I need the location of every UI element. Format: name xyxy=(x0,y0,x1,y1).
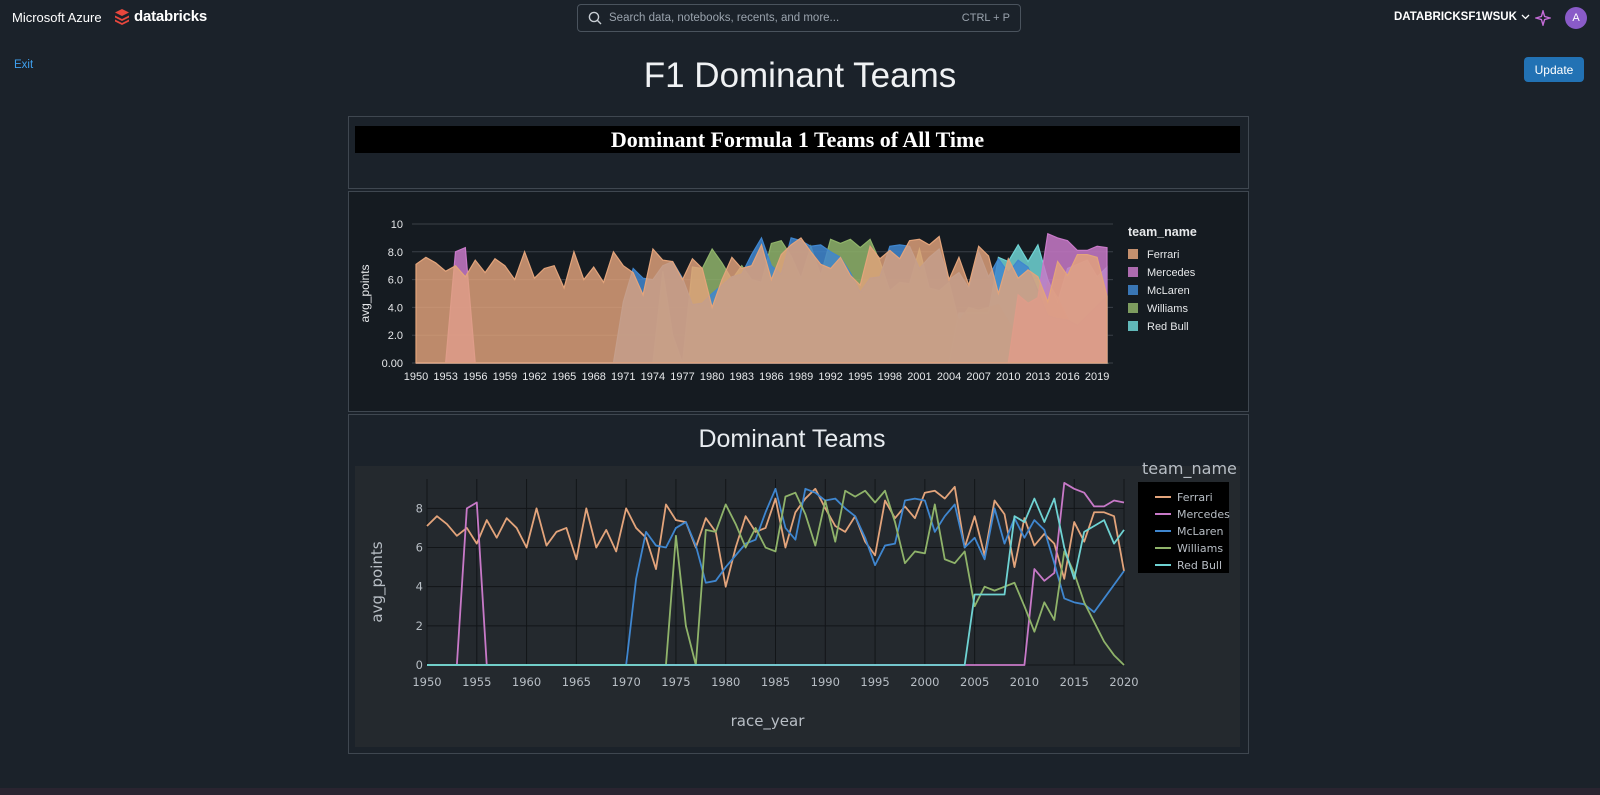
area-legend-label: Ferrari xyxy=(1147,249,1179,261)
bottom-strip xyxy=(0,788,1600,795)
area-x-tick: 2010 xyxy=(996,371,1020,383)
line-legend-label: Ferrari xyxy=(1177,491,1213,504)
area-y-tick: 8.0 xyxy=(388,247,403,259)
area-x-tick: 2019 xyxy=(1085,371,1109,383)
area-x-tick: 2013 xyxy=(1026,371,1050,383)
line-x-tick: 1975 xyxy=(661,675,690,689)
area-x-tick: 1953 xyxy=(433,371,457,383)
area-x-tick: 2016 xyxy=(1055,371,1079,383)
line-x-tick: 1950 xyxy=(412,675,441,689)
line-x-tick: 1995 xyxy=(860,675,889,689)
top-navigation-bar: Microsoft Azure databricks Search data, … xyxy=(0,0,1600,36)
line-x-axis-label: race_year xyxy=(731,712,806,731)
line-y-tick: 4 xyxy=(416,580,423,594)
line-y-tick: 0 xyxy=(416,658,423,672)
area-chart-panel: 0.00 2.0 4.0 6.0 8.0 10 1950 1953 1956 1959 1962 19… xyxy=(348,191,1249,412)
chevron-down-icon xyxy=(1521,14,1530,20)
area-x-tick: 1977 xyxy=(670,371,694,383)
area-series-ferrari xyxy=(415,235,1108,364)
area-y-tick: 4.0 xyxy=(388,302,403,314)
azure-brand-label[interactable]: Microsoft Azure xyxy=(12,10,102,25)
area-x-tick: 1998 xyxy=(878,371,902,383)
area-x-tick: 1983 xyxy=(730,371,754,383)
area-x-tick: 1980 xyxy=(700,371,724,383)
databricks-label: databricks xyxy=(134,8,208,25)
area-x-tick: 1959 xyxy=(493,371,517,383)
area-y-axis-label: avg_points xyxy=(358,264,372,322)
area-y-tick: 6.0 xyxy=(388,275,403,287)
user-avatar[interactable]: A xyxy=(1565,7,1587,29)
global-search-box[interactable]: Search data, notebooks, recents, and mor… xyxy=(577,4,1021,32)
area-legend-swatch xyxy=(1128,321,1138,331)
line-legend-label: Red Bull xyxy=(1177,559,1222,572)
search-placeholder: Search data, notebooks, recents, and mor… xyxy=(609,12,840,24)
line-x-tick: 1980 xyxy=(711,675,740,689)
line-legend-label: Williams xyxy=(1177,542,1223,555)
line-x-tick: 2015 xyxy=(1060,675,1089,689)
area-x-tick: 1962 xyxy=(522,371,546,383)
area-legend-label: McLaren xyxy=(1147,285,1190,297)
line-x-tick: 1985 xyxy=(761,675,790,689)
html-heading: Dominant Formula 1 Teams of All Time xyxy=(610,126,985,152)
area-x-tick: 1965 xyxy=(552,371,576,383)
area-x-tick: 1995 xyxy=(848,371,872,383)
area-x-tick: 1989 xyxy=(789,371,813,383)
area-legend-swatch xyxy=(1128,303,1138,313)
line-legend-label: McLaren xyxy=(1177,525,1223,538)
databricks-logo[interactable]: databricks xyxy=(114,8,207,25)
area-y-tick: 0.00 xyxy=(382,358,403,370)
area-legend-label: Williams xyxy=(1147,303,1188,315)
area-y-tick: 10 xyxy=(391,219,403,231)
area-legend-swatch xyxy=(1128,249,1138,259)
line-legend-label: Mercedes xyxy=(1177,508,1230,521)
html-widget-panel: Dominant Formula 1 Teams of All Time xyxy=(348,116,1249,189)
line-y-axis-label: avg_points xyxy=(368,541,387,622)
line-x-tick: 1955 xyxy=(462,675,491,689)
area-legend-title: team_name xyxy=(1128,225,1197,239)
line-y-tick: 6 xyxy=(416,541,423,555)
update-button[interactable]: Update xyxy=(1524,57,1584,82)
area-x-tick: 1968 xyxy=(581,371,605,383)
workspace-name: DATABRICKSF1WSUK xyxy=(1394,11,1517,23)
area-legend-swatch xyxy=(1128,285,1138,295)
line-chart[interactable]: 1950 1955 1960 1965 1970 1975 1980 1985 1990 1995… xyxy=(349,415,1248,753)
area-x-tick: 1956 xyxy=(463,371,487,383)
dashboard-title: F1 Dominant Teams xyxy=(643,56,957,95)
area-x-tick: 1992 xyxy=(818,371,842,383)
line-chart-panel: Dominant Teams 1950 1955 1960 1965 1970 1975 1… xyxy=(348,414,1249,754)
area-x-tick: 1950 xyxy=(404,371,428,383)
area-x-tick: 2004 xyxy=(937,371,961,383)
search-shortcut-hint: CTRL + P xyxy=(961,12,1010,24)
html-banner: Dominant Formula 1 Teams of All Time xyxy=(355,126,1240,153)
area-x-tick: 2007 xyxy=(966,371,990,383)
line-y-tick: 2 xyxy=(416,619,423,633)
search-icon xyxy=(588,11,602,25)
area-x-tick: 2001 xyxy=(907,371,931,383)
line-x-tick: 1990 xyxy=(811,675,840,689)
databricks-layers-icon xyxy=(115,9,129,25)
assistant-sparkle-icon[interactable] xyxy=(1535,10,1551,26)
area-y-tick: 2.0 xyxy=(388,330,403,342)
area-x-tick: 1974 xyxy=(641,371,665,383)
line-legend-title: team_name xyxy=(1142,459,1237,479)
line-x-tick: 2010 xyxy=(1010,675,1039,689)
line-x-tick: 2005 xyxy=(960,675,989,689)
area-legend-label: Red Bull xyxy=(1147,321,1189,333)
line-x-tick: 2020 xyxy=(1109,675,1138,689)
line-x-tick: 1965 xyxy=(562,675,591,689)
area-x-tick: 1986 xyxy=(759,371,783,383)
area-legend-swatch xyxy=(1128,267,1138,277)
area-chart[interactable]: 0.00 2.0 4.0 6.0 8.0 10 1950 1953 1956 1959 1962 19… xyxy=(349,192,1248,411)
area-x-tick: 1971 xyxy=(611,371,635,383)
line-x-tick: 2000 xyxy=(910,675,939,689)
line-x-tick: 1960 xyxy=(512,675,541,689)
line-x-tick: 1970 xyxy=(612,675,641,689)
line-y-tick: 8 xyxy=(416,501,423,515)
area-legend-label: Mercedes xyxy=(1147,267,1196,279)
workspace-switcher[interactable]: DATABRICKSF1WSUK xyxy=(1394,11,1530,23)
